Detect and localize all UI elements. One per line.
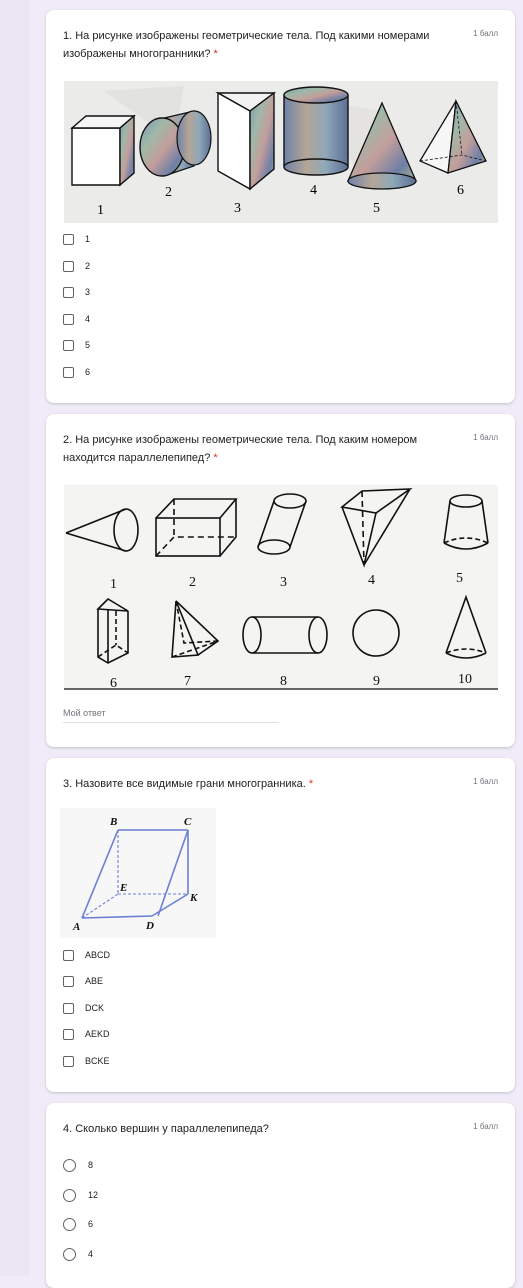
checkbox[interactable] (63, 1028, 74, 1040)
cone-upright-figure (445, 594, 487, 659)
checkbox-option-6[interactable]: 6 (63, 364, 90, 380)
figure-label-6: 6 (110, 676, 117, 690)
points-label: 1 балл (473, 1122, 498, 1131)
points-label: 1 балл (473, 433, 498, 442)
vertex-label-c: C (184, 816, 192, 828)
cone-lying-figure (65, 508, 139, 552)
radio-option-12[interactable]: 12 (63, 1187, 98, 1203)
sphere-figure (352, 609, 400, 657)
figure-label-2: 2 (165, 185, 172, 200)
figure-label-3: 3 (234, 201, 241, 216)
cylinder-lying-figure (242, 616, 328, 654)
checkbox[interactable] (63, 260, 74, 272)
oblique-cylinder-figure (257, 493, 307, 555)
question-image: B C E K A D (60, 808, 216, 938)
vertex-label-b: B (109, 816, 117, 828)
figure-label-8: 8 (280, 674, 287, 689)
question-card-1: 1. На рисунке изображены геометрические … (46, 10, 515, 403)
upright-cylinder-figure (283, 86, 349, 176)
checkbox-option-3[interactable]: 3 (63, 284, 90, 300)
pyramid-figure (171, 600, 220, 658)
checkbox-option-4[interactable]: 4 (63, 311, 90, 327)
checkbox-option-abcd[interactable]: ABCD (63, 947, 110, 963)
parallelepiped-figure (155, 498, 238, 557)
figure-label-1: 1 (110, 577, 117, 592)
polyhedron-figure (81, 829, 189, 919)
page-background (0, 0, 30, 1276)
question-title: 3. Назовите все видимые грани многогранн… (63, 778, 314, 790)
short-answer-input[interactable]: Мой ответ (63, 708, 279, 723)
checkbox-option-abe[interactable]: ABE (63, 973, 103, 989)
figure-label-5: 5 (373, 201, 380, 216)
vertex-label-k: K (189, 892, 198, 904)
question-title: 1. На рисунке изображены геометрические … (63, 30, 430, 60)
checkbox[interactable] (63, 313, 74, 325)
checkbox-option-dck[interactable]: DCK (63, 1000, 104, 1016)
question-card-2: 2. На рисунке изображены геометрические … (46, 414, 515, 747)
checkbox-option-bcke[interactable]: BCKE (63, 1053, 110, 1069)
checkbox-option-2[interactable]: 2 (63, 258, 90, 274)
figure-label-10: 10 (458, 672, 472, 687)
figure-label-5: 5 (456, 571, 463, 586)
checkbox[interactable] (63, 949, 74, 961)
question-card-3: 3. Назовите все видимые грани многогранн… (46, 758, 515, 1092)
triangular-prism-figure (215, 91, 277, 191)
checkbox[interactable] (63, 366, 74, 378)
truncated-cone-figure (443, 494, 489, 550)
checkbox[interactable] (63, 1055, 74, 1067)
question-card-4: 4. Сколько вершин у параллелепипеда? 1 б… (46, 1103, 515, 1288)
vertex-label-a: A (72, 921, 80, 933)
figure-label-7: 7 (184, 674, 191, 689)
checkbox[interactable] (63, 233, 74, 245)
figure-label-1: 1 (97, 203, 104, 218)
figure-label-6: 6 (457, 183, 464, 198)
checkbox-option-aekd[interactable]: AEKD (63, 1026, 110, 1042)
vertex-label-d: D (145, 920, 154, 932)
required-marker: * (308, 778, 314, 790)
checkbox[interactable] (63, 339, 74, 351)
question-title: 2. На рисунке изображены геометрические … (63, 434, 418, 464)
figure-label-9: 9 (373, 674, 380, 689)
question-image: 1 2 3 4 5 6 (64, 81, 498, 223)
figure-label-2: 2 (189, 575, 196, 590)
cube-figure (70, 114, 136, 187)
vertex-label-e: E (119, 882, 127, 894)
required-marker: * (213, 48, 218, 60)
inverted-pyramid-figure (340, 488, 413, 568)
question-title: 4. Сколько вершин у параллелепипеда? (63, 1123, 269, 1135)
points-label: 1 балл (473, 29, 498, 38)
checkbox[interactable] (63, 975, 74, 987)
triangular-prism-figure (96, 597, 129, 664)
checkbox-option-1[interactable]: 1 (63, 231, 90, 247)
checkbox[interactable] (63, 1002, 74, 1014)
radio-option-8[interactable]: 8 (63, 1157, 93, 1173)
question-image: 1 2 3 4 5 6 7 8 9 10 (64, 485, 498, 690)
checkbox[interactable] (63, 286, 74, 298)
figure-label-4: 4 (368, 573, 375, 588)
required-marker: * (213, 452, 218, 464)
radio-button[interactable] (63, 1188, 76, 1202)
radio-option-4[interactable]: 4 (63, 1246, 93, 1262)
figure-label-4: 4 (310, 183, 317, 198)
radio-button[interactable] (63, 1217, 76, 1231)
radio-option-6[interactable]: 6 (63, 1216, 93, 1232)
radio-button[interactable] (63, 1247, 76, 1261)
radio-button[interactable] (63, 1158, 76, 1172)
checkbox-option-5[interactable]: 5 (63, 337, 90, 353)
figure-label-3: 3 (280, 575, 287, 590)
points-label: 1 балл (473, 777, 498, 786)
